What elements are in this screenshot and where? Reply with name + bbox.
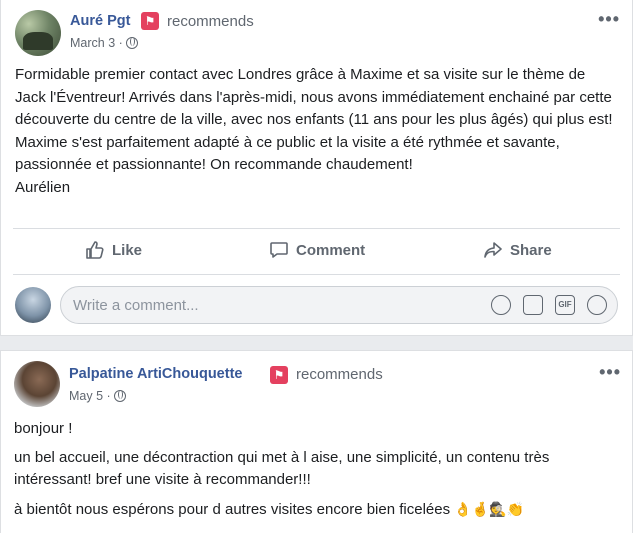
author-name[interactable]: Palpatine ArtiChouquette [69,366,242,382]
share-icon [484,242,502,258]
recommends-label: recommends [296,366,383,383]
post-text: Formidable premier contact avec Londres … [15,66,613,173]
post-date[interactable]: May 5 · [69,389,126,403]
comment-placeholder: Write a comment... [73,297,199,314]
recommend-flag-icon: ⚑ [270,366,288,384]
divider [13,274,620,275]
like-label: Like [112,241,143,259]
comment-input[interactable]: Write a comment... GIF [60,286,618,324]
more-options-icon[interactable]: ••• [599,363,621,381]
more-options-icon[interactable]: ••• [598,10,620,28]
post-date[interactable]: March 3 · [70,36,138,50]
comment-button[interactable]: Comment [269,240,365,260]
author-avatar[interactable] [15,10,61,56]
sticker-icon[interactable] [587,295,607,315]
emoji-icon[interactable] [491,295,511,315]
post-body: bonjour ! un bel accueil, une décontract… [14,418,619,521]
comment-label: Comment [296,241,366,259]
divider [13,228,620,229]
author-name[interactable]: Auré Pgt [70,13,130,29]
comment-icon [270,242,288,258]
globe-icon [125,37,138,49]
post-line: un bel accueil, une décontraction qui me… [14,448,550,489]
globe-icon [113,390,126,402]
viewer-avatar[interactable] [15,287,51,323]
post-line: bonjour ! [14,420,73,437]
author-avatar[interactable] [14,361,60,407]
post-body: Formidable premier contact avec Londres … [15,64,620,199]
post-line: à bientôt nous espérons pour d autres vi… [14,498,619,522]
recommend-flag-icon: ⚑ [141,12,159,30]
share-button[interactable]: Share [483,240,552,260]
recommends-label: recommends [167,13,254,30]
like-button[interactable]: Like [85,240,142,260]
post-card: Auré Pgt ⚑ recommends March 3 · ••• Form… [0,0,633,336]
comment-tools: GIF [491,295,607,315]
gif-icon[interactable]: GIF [555,295,575,315]
like-icon [86,241,104,259]
post-signature: Aurélien [15,178,71,196]
share-label: Share [510,241,552,259]
camera-icon[interactable] [523,295,543,315]
action-bar: Like Comment Share [13,232,620,272]
emoji-group: 👌🤞🕵👏 [454,500,525,517]
